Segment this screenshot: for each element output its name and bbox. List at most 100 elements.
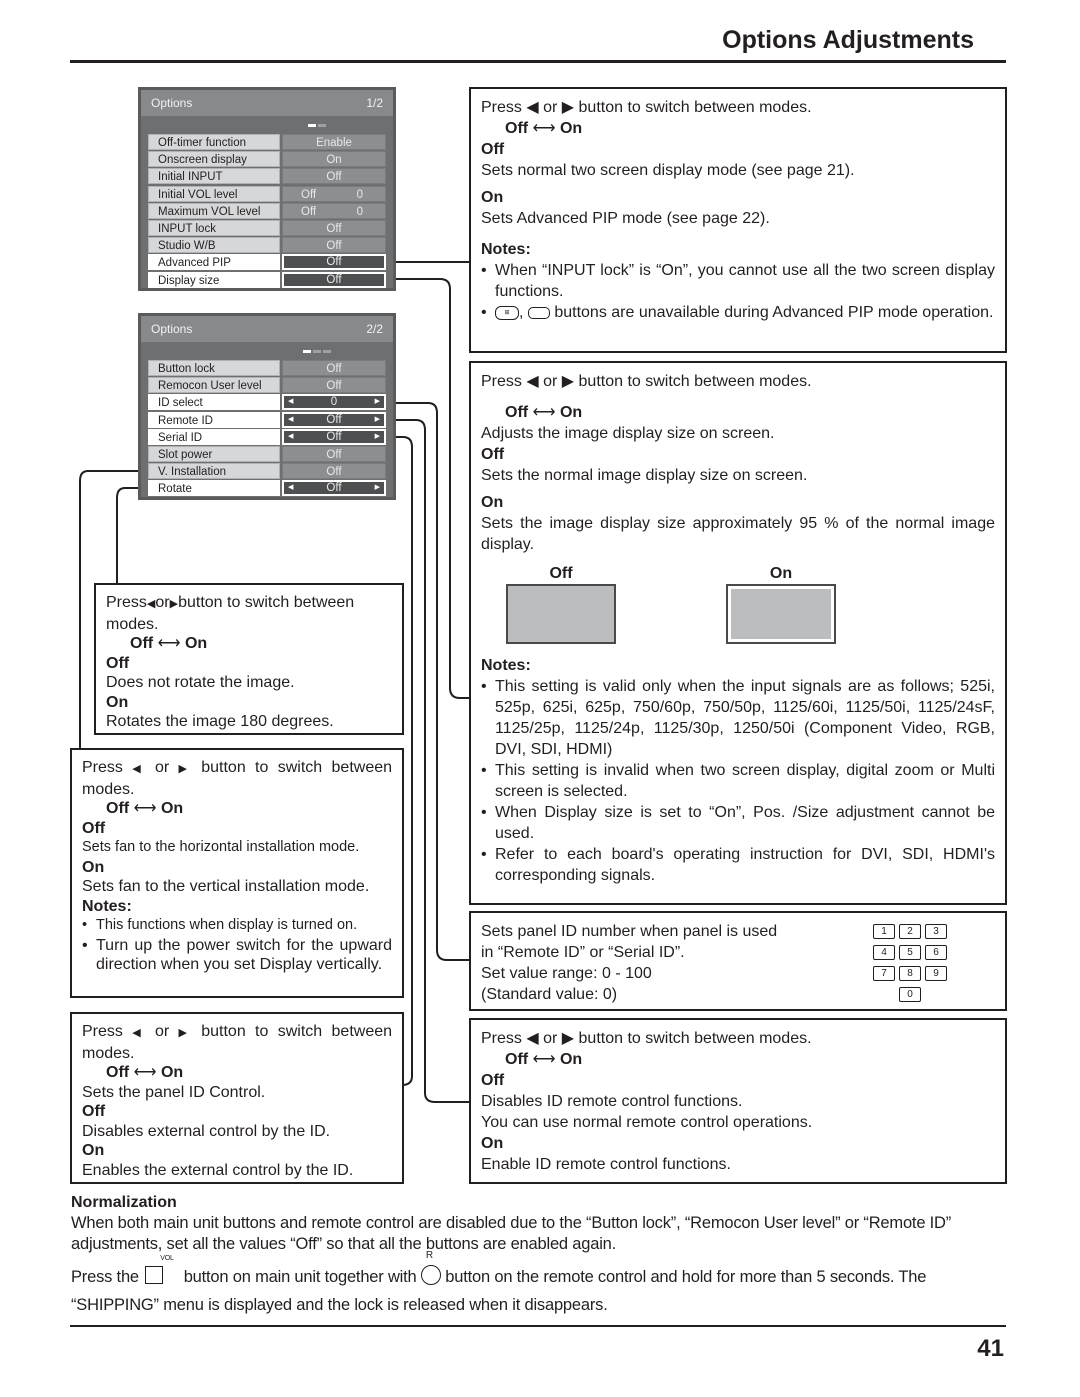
off-description: Sets fan to the horizontal installation … [82, 839, 360, 855]
move-zoom-button-icon [527, 306, 550, 319]
note-item: • When “INPUT lock” is “On”, you cannot u… [481, 262, 995, 300]
page-dots [141, 342, 393, 360]
menu-row-input-lock[interactable]: INPUT lock Off [148, 219, 386, 236]
note-item: • Turn up the power switch for the upward… [82, 936, 392, 974]
row-label: Maximum VOL level [148, 202, 280, 219]
menu-row-remote-id[interactable]: Remote ID ◀ Off ▶ [148, 411, 386, 428]
screen-reduced-illustration [726, 584, 836, 644]
right-arrow-icon[interactable]: ▶ [375, 414, 380, 426]
row-value: Off 0 [282, 202, 386, 219]
row-label: V. Installation [148, 463, 280, 480]
right-arrow-icon[interactable]: ▶ [375, 482, 380, 494]
on-description: Sets fan to the vertical installation mo… [82, 878, 370, 895]
row-label: INPUT lock [148, 219, 280, 236]
menu-row-v-installation[interactable]: V. Installation Off [148, 463, 386, 480]
left-arrow-icon[interactable]: ◀ [288, 396, 293, 408]
figure-on: On [726, 563, 836, 655]
text-line: Sets panel ID number when panel is used [481, 923, 778, 940]
off-heading: Off [106, 654, 130, 672]
options-menu-page-1: Options 1/2 Off-timer function Enable Ons… [138, 87, 396, 291]
text-line: in “Remote ID” or “Serial ID”. [481, 944, 685, 961]
row-label: Initial INPUT [148, 168, 280, 185]
page-dot-active [308, 123, 316, 127]
on-description: Sets the image display size approximatel… [481, 515, 995, 553]
row-value: Off [282, 360, 386, 376]
page-dot [323, 349, 331, 353]
menu-row-button-lock[interactable]: Button lock Off [148, 360, 386, 376]
row-value-text: 0 [330, 396, 338, 409]
key-6: 6 [925, 945, 947, 960]
left-arrow-icon[interactable]: ◀ [288, 414, 293, 426]
toggle-sequence: Off ⟷ On [106, 1064, 184, 1081]
menu-row-remocon-user-level[interactable]: Remocon User level Off [148, 377, 386, 394]
menu-row-slot-power[interactable]: Slot power Off [148, 445, 386, 462]
row-value-text: Off [326, 482, 342, 495]
note-item: • This setting is valid only when the inp… [481, 678, 995, 758]
id-select-text: Sets panel ID number when panel is used … [481, 921, 871, 1003]
row-value: Off [282, 377, 386, 394]
toggle-sequence: Off ⟷ On [505, 120, 583, 137]
key-2: 2 [899, 924, 921, 939]
menu-row-initial-vol[interactable]: Initial VOL level Off 0 [148, 185, 386, 202]
serial-id-description: Press ◀ or ▶ button to switch between mo… [70, 1012, 404, 1184]
menu-row-display-size[interactable]: Display size Off [148, 271, 386, 288]
off-heading: Off [481, 446, 505, 463]
menu-row-off-timer[interactable]: Off-timer function Enable [148, 134, 386, 150]
notes-heading: Notes: [481, 241, 531, 258]
key-7: 7 [873, 966, 895, 981]
left-arrow-icon[interactable]: ◀ [288, 482, 293, 494]
menu-row-maximum-vol[interactable]: Maximum VOL level Off 0 [148, 202, 386, 219]
row-value: On [282, 151, 386, 168]
normalization-heading: Normalization [71, 1194, 177, 1211]
menu-row-initial-input[interactable]: Initial INPUT Off [148, 168, 386, 185]
on-heading: On [481, 1135, 504, 1152]
note-item: • This setting is invalid when two screen… [481, 762, 995, 800]
off-heading: Off [481, 1072, 505, 1089]
normalization-section: Normalization When both main unit button… [71, 1192, 1007, 1319]
on-heading: On [481, 494, 504, 511]
v-installation-description: Press ◀ or ▶ button to switch between mo… [70, 748, 404, 998]
header-rule [70, 60, 1006, 63]
page-dot-active [303, 349, 311, 353]
on-description: Enable ID remote control functions. [481, 1156, 731, 1173]
off-heading: Off [82, 1103, 106, 1120]
menu-row-onscreen-display[interactable]: Onscreen display On [148, 151, 386, 168]
right-arrow-icon[interactable]: ▶ [375, 396, 380, 408]
key-4: 4 [873, 945, 895, 960]
press-instruction-cont: modes. [82, 1044, 135, 1062]
row-label: Advanced PIP [148, 254, 280, 271]
row-value: Off [282, 271, 386, 288]
notes-heading: Notes: [481, 657, 531, 674]
press-instruction: Press ◀ or ▶ button to switch between [82, 759, 393, 776]
note-item: • When Display size is set to “On”, Pos. … [481, 804, 995, 842]
off-description: Disables external control by the ID. [82, 1122, 331, 1140]
menu-page-indicator: 2/2 [366, 322, 383, 336]
toggle-sequence: Off ⟷ On [106, 800, 184, 817]
row-label: Button lock [148, 360, 280, 376]
left-arrow-icon[interactable]: ◀ [288, 431, 293, 443]
off-heading: Off [82, 819, 106, 837]
key-1: 1 [873, 924, 895, 939]
screen-normal-illustration [506, 584, 616, 644]
press-instruction-cont: modes. [82, 780, 135, 798]
menu-row-id-select[interactable]: ID select ◀ 0 ▶ [148, 394, 386, 411]
row-value: ◀ Off ▶ [282, 480, 386, 497]
menu-row-serial-id[interactable]: Serial ID ◀ Off ▶ [148, 428, 386, 445]
menu-row-advanced-pip[interactable]: Advanced PIP Off [148, 254, 386, 271]
advanced-pip-description: Press ◀ or ▶ button to switch between mo… [469, 87, 1007, 353]
right-arrow-icon[interactable]: ▶ [375, 431, 380, 443]
page-dot [313, 349, 321, 353]
page-dot [318, 123, 326, 127]
row-label: Onscreen display [148, 151, 280, 168]
row-value: Off [282, 254, 386, 271]
on-heading: On [481, 189, 504, 206]
toggle-sequence: Off ⟷ On [505, 1051, 583, 1068]
menu-row-studio-wb[interactable]: Studio W/B Off [148, 237, 386, 254]
figure-off: Off [506, 563, 616, 655]
row-value: ◀ Off ▶ [282, 428, 386, 445]
on-heading: On [82, 858, 105, 876]
menu-row-rotate[interactable]: Rotate ◀ Off ▶ [148, 480, 386, 497]
row-value: Off 0 [282, 185, 386, 202]
press-instruction: Press ◀ or ▶ button to switch between mo… [481, 99, 812, 116]
row-value-text: Off [326, 413, 342, 426]
